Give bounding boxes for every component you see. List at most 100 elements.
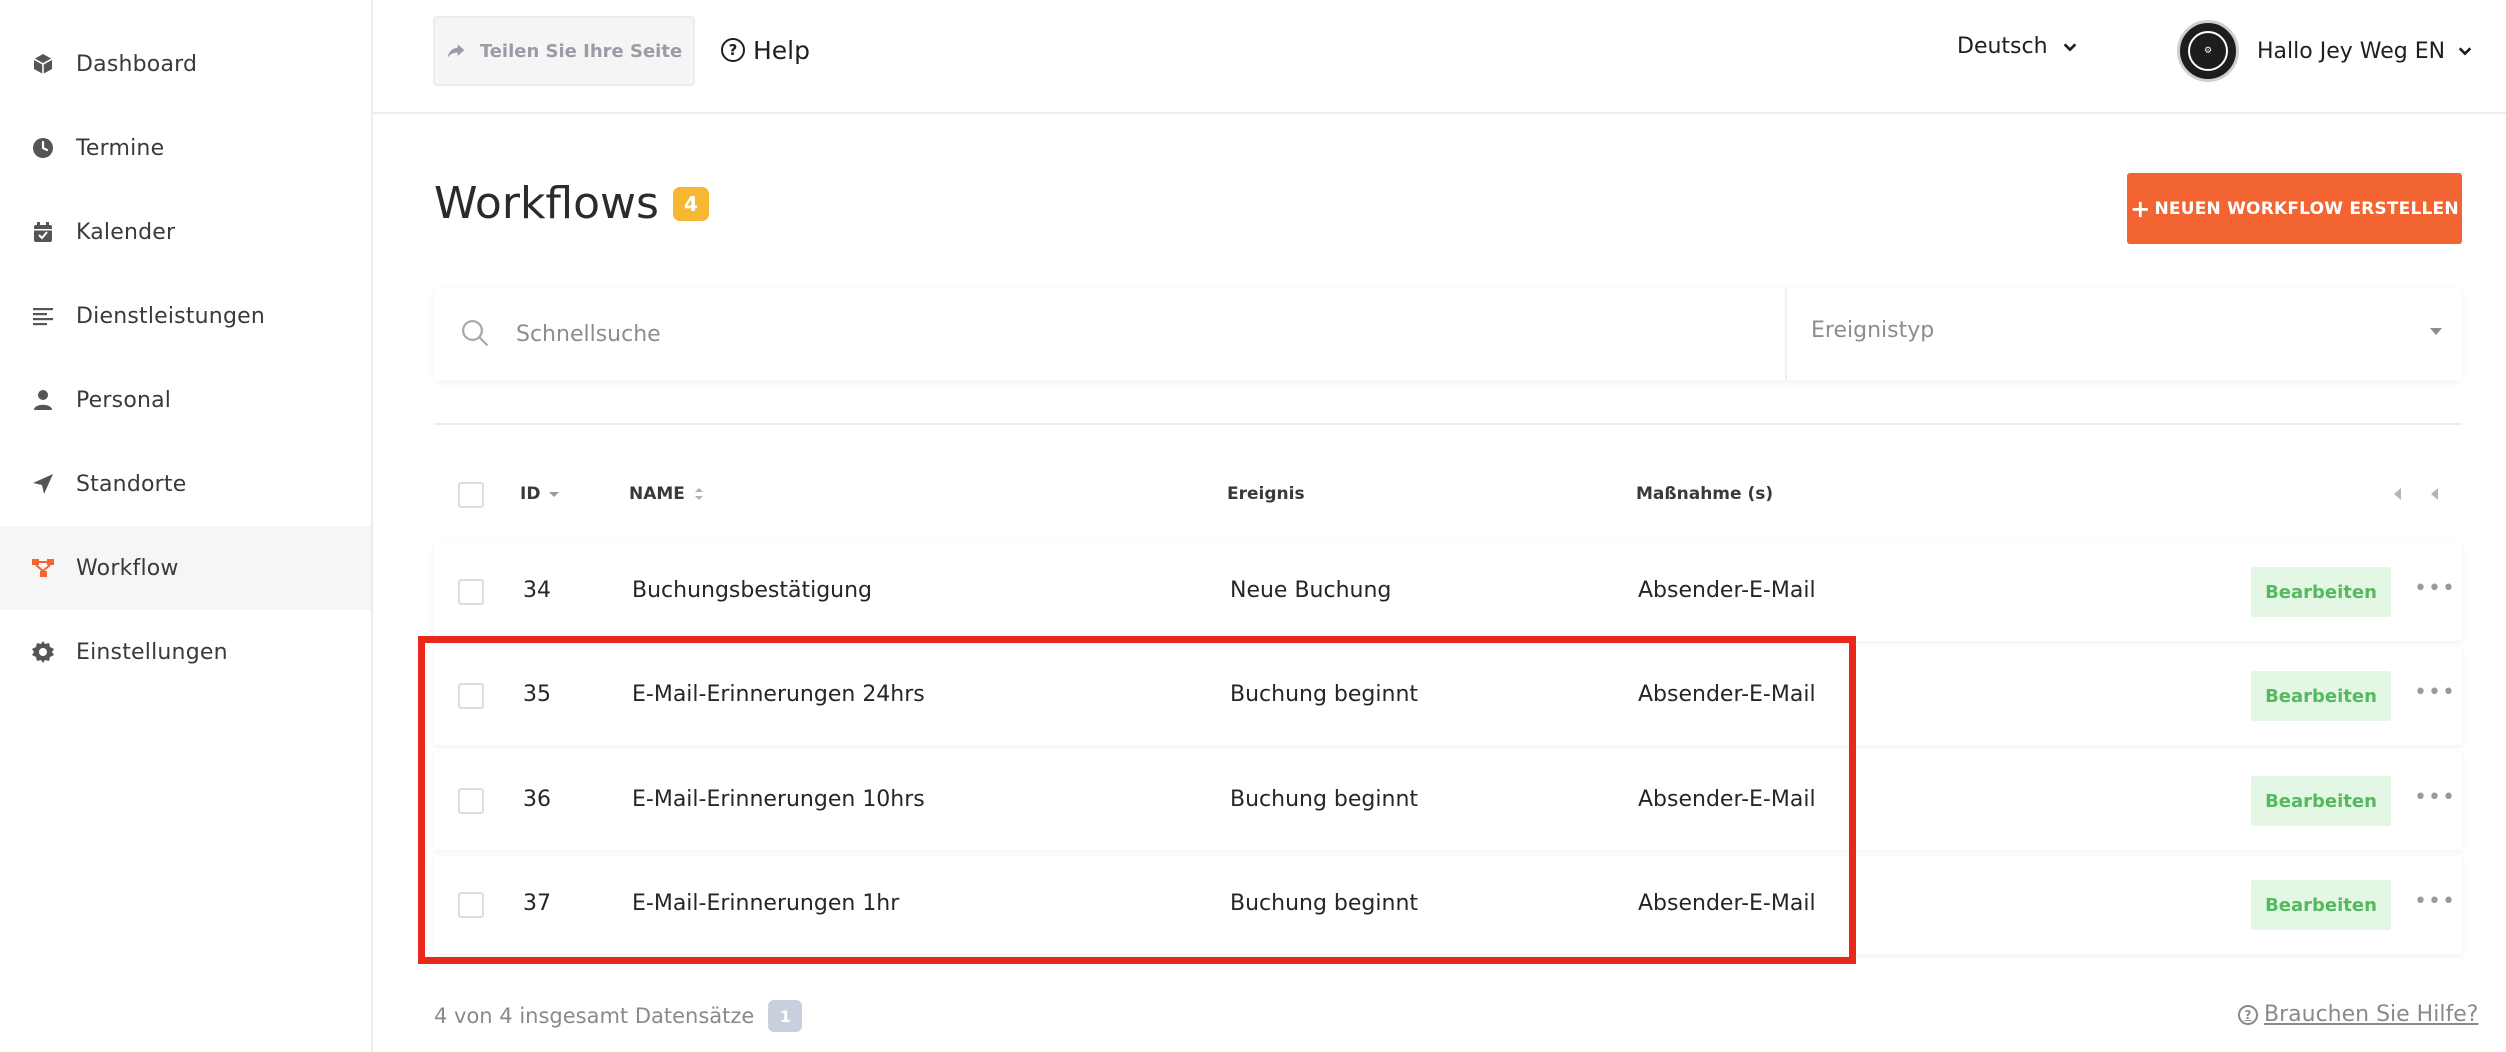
avatar: ⚙ [2177, 20, 2239, 82]
row-name[interactable]: E-Mail-Erinnerungen 24hrs [632, 682, 925, 707]
sidebar-item-dienstleistungen[interactable]: Dienstleistungen [0, 274, 371, 358]
more-options-icon[interactable]: ••• [2414, 787, 2456, 809]
person-icon [30, 387, 56, 413]
row-name[interactable]: E-Mail-Erinnerungen 10hrs [632, 787, 925, 812]
sidebar-item-label: Termine [76, 135, 165, 161]
edit-button[interactable]: Bearbeiten [2251, 671, 2391, 721]
share-page-button[interactable]: Teilen Sie Ihre Seite [433, 16, 695, 86]
row-action: Absender-E-Mail [1638, 787, 1816, 812]
table-row: 37 E-Mail-Erinnerungen 1hr Buchung begin… [434, 856, 2462, 954]
row-id: 36 [523, 787, 551, 812]
workflow-count-badge: 4 [672, 186, 709, 221]
create-workflow-label: NEUEN WORKFLOW ERSTELLEN [2154, 198, 2459, 219]
column-header-id-label: ID [520, 484, 541, 504]
row-action: Absender-E-Mail [1638, 682, 1816, 707]
help-button[interactable]: ? Help [721, 30, 810, 70]
search-input[interactable] [516, 310, 1776, 358]
sort-down-icon [549, 492, 560, 497]
column-header-name-label: NAME [629, 484, 685, 504]
chevron-down-icon [2063, 42, 2076, 52]
row-event: Buchung beginnt [1230, 682, 1419, 707]
share-arrow-icon [447, 44, 465, 58]
row-checkbox[interactable] [458, 579, 484, 605]
sidebar-item-einstellungen[interactable]: Einstellungen [0, 610, 371, 694]
filter-bar: Ereignistyp [434, 288, 2462, 380]
more-options-icon[interactable]: ••• [2414, 891, 2456, 913]
row-name[interactable]: Buchungsbestätigung [632, 578, 872, 603]
sidebar-item-label: Dienstleistungen [76, 303, 265, 329]
page-number-badge[interactable]: 1 [768, 1000, 803, 1032]
plus-icon: + [2130, 194, 2151, 223]
column-header-action: Maßnahme (s) [1636, 484, 1774, 504]
sidebar-item-standorte[interactable]: Standorte [0, 442, 371, 526]
gear-icon [30, 639, 56, 665]
language-selector[interactable]: Deutsch [1957, 34, 2078, 59]
records-text: 4 von 4 insgesamt Datensätze [434, 1004, 755, 1028]
table-row: 34 Buchungsbestätigung Neue Buchung Abse… [434, 543, 2462, 641]
edit-button[interactable]: Bearbeiten [2251, 880, 2391, 930]
row-id: 34 [523, 578, 551, 603]
sidebar-item-dashboard[interactable]: Dashboard [0, 22, 371, 106]
sidebar-item-personal[interactable]: Personal [0, 358, 371, 442]
question-circle-icon: ? [721, 38, 745, 62]
sidebar-item-label: Standorte [76, 471, 187, 497]
search-icon [462, 320, 489, 347]
help-link[interactable]: ? Brauchen Sie Hilfe? [2238, 1002, 2478, 1027]
select-all-checkbox[interactable] [458, 482, 484, 508]
more-options-icon[interactable]: ••• [2414, 682, 2456, 704]
sidebar: Dashboard Termine Kalender Dienstleistun… [0, 0, 373, 1052]
chevron-down-icon [2458, 47, 2472, 56]
help-label: Help [753, 35, 810, 65]
calendar-icon [30, 219, 56, 245]
caret-down-icon[interactable] [2430, 328, 2442, 335]
table-row: 36 E-Mail-Erinnerungen 10hrs Buchung beg… [434, 752, 2462, 850]
workflow-icon [30, 555, 56, 581]
sort-icon [694, 488, 703, 500]
table-row: 35 E-Mail-Erinnerungen 24hrs Buchung beg… [434, 647, 2462, 745]
collapse-left-icon[interactable] [2431, 488, 2438, 500]
location-arrow-icon [30, 471, 56, 497]
records-info: 4 von 4 insgesamt Datensätze 1 [434, 1000, 803, 1032]
sidebar-item-label: Personal [76, 387, 172, 413]
edit-button[interactable]: Bearbeiten [2251, 567, 2391, 617]
scroll-left-icon[interactable] [2394, 488, 2401, 500]
row-id: 35 [523, 682, 551, 707]
row-event: Neue Buchung [1230, 578, 1392, 603]
topbar: Teilen Sie Ihre Seite ? Help Deutsch ⚙ H… [373, 0, 2506, 114]
row-checkbox[interactable] [458, 788, 484, 814]
clock-icon [30, 135, 56, 161]
column-header-event: Ereignis [1227, 484, 1305, 504]
event-type-select[interactable]: Ereignistyp [1811, 318, 1934, 343]
sidebar-item-label: Dashboard [76, 51, 198, 77]
row-action: Absender-E-Mail [1638, 578, 1816, 603]
row-id: 37 [523, 891, 551, 916]
help-link-label: Brauchen Sie Hilfe? [2264, 1002, 2479, 1027]
row-name[interactable]: E-Mail-Erinnerungen 1hr [632, 891, 899, 916]
page-title: Workflows 4 [434, 178, 709, 229]
table-header: ID NAME Ereignis Maßnahme (s) [434, 470, 2462, 522]
share-page-label: Teilen Sie Ihre Seite [479, 40, 683, 62]
user-menu[interactable]: ⚙ Hallo Jey Weg EN [2177, 20, 2473, 82]
column-header-name[interactable]: NAME [629, 484, 705, 504]
sidebar-item-termine[interactable]: Termine [0, 106, 371, 190]
create-workflow-button[interactable]: + NEUEN WORKFLOW ERSTELLEN [2127, 173, 2462, 244]
sidebar-item-workflow[interactable]: Workflow [0, 526, 371, 610]
divider [434, 423, 2462, 425]
row-event: Buchung beginnt [1230, 891, 1419, 916]
sidebar-item-label: Einstellungen [76, 639, 228, 665]
row-event: Buchung beginnt [1230, 787, 1419, 812]
page-title-text: Workflows [434, 178, 659, 229]
more-options-icon[interactable]: ••• [2414, 578, 2456, 600]
list-icon [30, 303, 56, 329]
question-circle-icon: ? [2238, 1004, 2258, 1025]
filter-divider [1785, 288, 1787, 380]
edit-button[interactable]: Bearbeiten [2251, 776, 2391, 826]
sidebar-item-label: Kalender [76, 219, 176, 245]
sidebar-item-label: Workflow [76, 555, 179, 581]
row-checkbox[interactable] [458, 892, 484, 918]
user-greeting: Hallo Jey Weg EN [2257, 38, 2446, 64]
row-action: Absender-E-Mail [1638, 891, 1816, 916]
column-header-id[interactable]: ID [520, 484, 560, 504]
row-checkbox[interactable] [458, 683, 484, 709]
sidebar-item-kalender[interactable]: Kalender [0, 190, 371, 274]
